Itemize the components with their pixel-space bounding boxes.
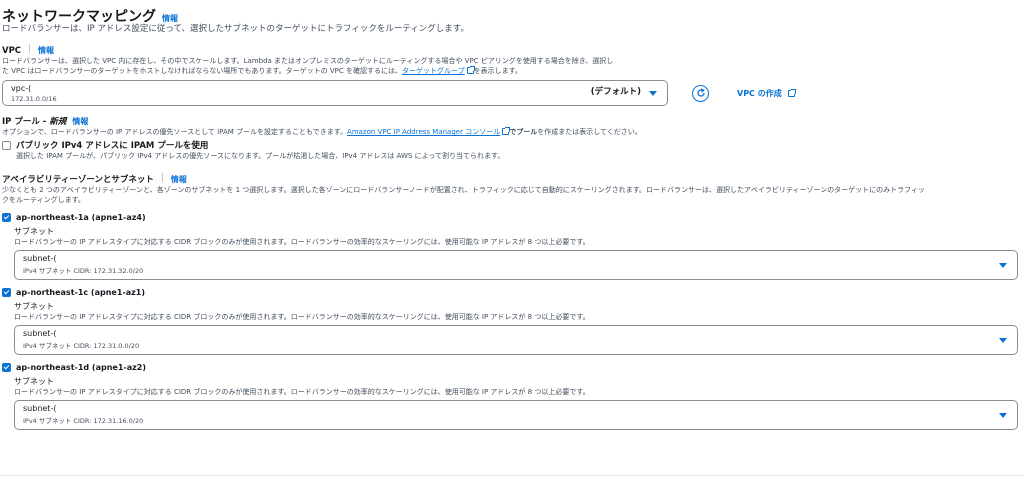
az-info-link[interactable]: 情報 [171, 174, 187, 185]
zone-checkbox[interactable] [2, 363, 11, 372]
separator [161, 173, 163, 182]
subnet-cidr: IPv4 サブネット CIDR: 172.31.32.0/20 [23, 267, 144, 275]
chevron-down-icon [999, 263, 1007, 268]
vpc-selected-value: vpc-( [11, 84, 32, 93]
az-section: アベイラビリティーゾーンとサブネット 情報 少なくとも 2 つのアベイラビリティ… [2, 173, 1018, 430]
subnet-label: サブネット [14, 377, 54, 386]
chevron-down-icon [999, 413, 1007, 418]
subnet-select[interactable]: subnet-( IPv4 サブネット CIDR: 172.31.16.0/20 [14, 400, 1018, 430]
create-vpc-link[interactable]: VPC の作成 [737, 88, 796, 99]
vpc-cidr: 172.31.0.0/16 [11, 95, 57, 103]
subnet-value: subnet-( [23, 329, 57, 338]
refresh-button[interactable] [692, 84, 709, 102]
vpc-desc-text-post: を表示します。 [473, 67, 522, 75]
zone-item: ap-northeast-1c (apne1-az1) サブネット ロードバラン… [2, 288, 1018, 355]
chevron-down-icon [999, 338, 1007, 343]
panel-divider [0, 475, 1024, 476]
separator [29, 44, 31, 53]
subnet-value: subnet-( [23, 404, 57, 413]
ip-pool-label: IP プール - 新規 [2, 115, 66, 127]
az-description-line2: クをルーティングします。 [2, 196, 85, 204]
vpc-info-link[interactable]: 情報 [38, 45, 54, 56]
subnet-value: subnet-( [23, 254, 57, 263]
external-link-icon [502, 127, 511, 135]
section-header: ネットワークマッピング 情報 [2, 6, 1016, 25]
subnet-cidr: IPv4 サブネット CIDR: 172.31.0.0/20 [23, 342, 140, 350]
ip-pool-desc-post: を作成または表示してください。 [537, 128, 642, 136]
vpc-description-line2: た VPC はロードバランサーのターゲットをホストしなければならない場所でもあり… [2, 66, 1016, 76]
vpc-section: VPC 情報 ロードバランサーは、選択した VPC 内に存在し、その中でスケール… [2, 44, 1016, 106]
vpc-description-line1: ロードバランサーは、選択した VPC 内に存在し、その中でスケールします。Lam… [2, 57, 614, 65]
ip-pool-desc-text: オプションで、ロードバランサーの IP アドレスの優先ソースとして IPAM プ… [2, 128, 348, 136]
zone-item: ap-northeast-1a (apne1-az4) サブネット ロードバラン… [2, 213, 1018, 280]
chevron-down-icon [649, 91, 657, 96]
vpc-select[interactable]: vpc-( 172.31.0.0/16 (デフォルト) [2, 80, 668, 106]
ip-pool-info-link[interactable]: 情報 [72, 116, 88, 127]
external-link-icon [787, 88, 796, 97]
subnet-label: サブネット [14, 302, 54, 311]
subnet-label: サブネット [14, 227, 54, 236]
default-tag: (デフォルト) [590, 87, 641, 97]
info-link[interactable]: 情報 [162, 13, 178, 24]
vpc-description: ロードバランサーは、選択した VPC 内に存在し、その中でスケールします。Lam… [2, 56, 1016, 76]
ip-pool-section: IP プール - 新規 情報 オプションで、ロードバランサーの IP アドレスの… [2, 115, 1016, 161]
zone-checkbox[interactable] [2, 288, 11, 297]
ipam-pool-checkbox[interactable] [2, 140, 11, 150]
zone-item: ap-northeast-1d (apne1-az2) サブネット ロードバラン… [2, 363, 1018, 430]
section-description: ロードバランサーは、IP アドレス設定に従って、選択したサブネットのターゲットに… [2, 24, 469, 34]
vpc-desc-text: た VPC はロードバランサーのターゲットをホストしなければならない場所でもあり… [2, 67, 402, 75]
subnet-description: ロードバランサーの IP アドレスタイプに対応する CIDR ブロックのみが使用… [14, 388, 590, 396]
az-label: アベイラビリティーゾーンとサブネット [2, 175, 154, 185]
network-mapping-panel: ネットワークマッピング 情報 ロードバランサーは、IP アドレス設定に従って、選… [0, 0, 1024, 484]
zone-name: ap-northeast-1c (apne1-az1) [16, 288, 145, 297]
external-link-icon [466, 66, 475, 74]
vpc-label: VPC [2, 46, 22, 56]
ip-pool-label-text: IP プール - [2, 117, 50, 127]
ip-pool-description: オプションで、ロードバランサーの IP アドレスの優先ソースとして IPAM プ… [2, 127, 1016, 137]
zone-checkbox[interactable] [2, 213, 11, 222]
section-title: ネットワークマッピング [2, 9, 156, 25]
ipam-checkbox-label: パブリック IPv4 アドレスに IPAM プールを使用 [16, 141, 209, 151]
subnet-description: ロードバランサーの IP アドレスタイプに対応する CIDR ブロックのみが使用… [14, 313, 590, 321]
ipam-checkbox-description: 選択した IPAM プールが、パブリック IPv4 アドレスの優先ソースになりま… [16, 152, 505, 160]
new-tag: 新規 [49, 117, 67, 127]
refresh-icon [696, 88, 705, 97]
subnet-select[interactable]: subnet-( IPv4 サブネット CIDR: 172.31.32.0/20 [14, 250, 1018, 280]
create-vpc-label: VPC の作成 [737, 88, 782, 98]
az-description: 少なくとも 2 つのアベイラビリティーゾーンと、各ゾーンのサブネットを 1 つ選… [2, 185, 1016, 205]
subnet-select[interactable]: subnet-( IPv4 サブネット CIDR: 172.31.0.0/20 [14, 325, 1018, 355]
ip-pool-desc-bold: でプール [509, 128, 538, 136]
subnet-description: ロードバランサーの IP アドレスタイプに対応する CIDR ブロックのみが使用… [14, 238, 590, 246]
az-description-line1: 少なくとも 2 つのアベイラビリティーゾーンと、各ゾーンのサブネットを 1 つ選… [2, 186, 925, 194]
zone-name: ap-northeast-1a (apne1-az4) [16, 213, 146, 222]
zone-name: ap-northeast-1d (apne1-az2) [16, 363, 146, 372]
ipam-console-link[interactable]: Amazon VPC IP Address Manager コンソール [347, 128, 500, 136]
target-group-link[interactable]: ターゲットグループ [402, 67, 465, 75]
subnet-cidr: IPv4 サブネット CIDR: 172.31.16.0/20 [23, 417, 144, 425]
